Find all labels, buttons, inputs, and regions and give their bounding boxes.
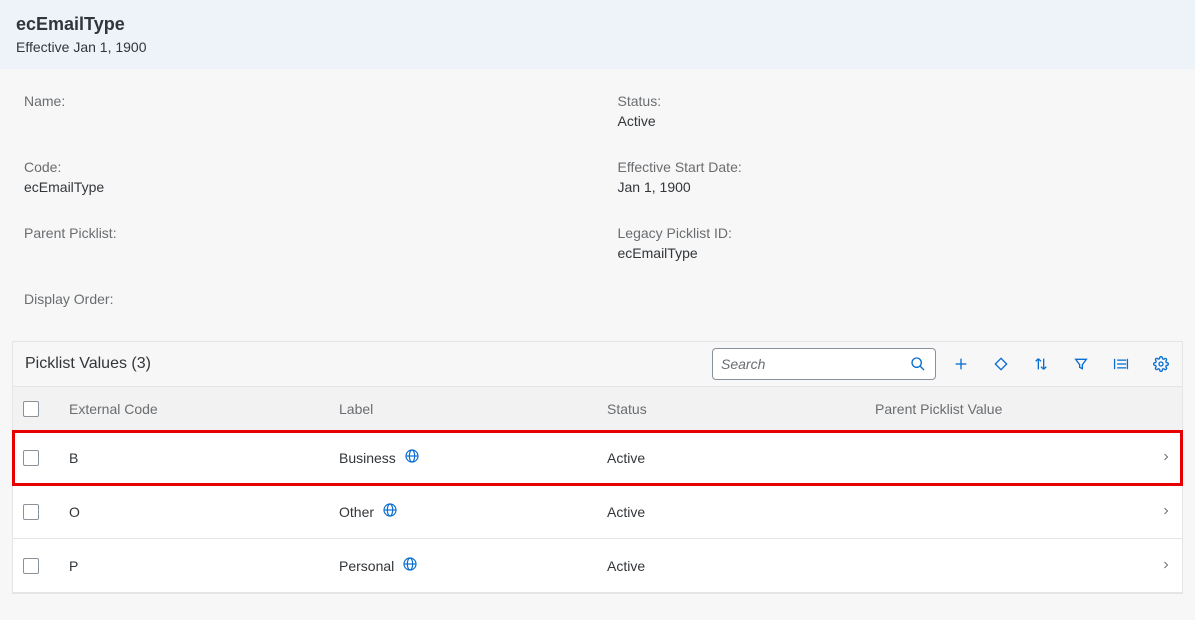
page-header: ecEmailType Effective Jan 1, 1900 (0, 0, 1195, 69)
row-checkbox[interactable] (23, 504, 39, 520)
cell-status: Active (607, 558, 875, 574)
col-parent[interactable]: Parent Picklist Value (875, 401, 1142, 417)
cell-external-code: P (69, 558, 339, 574)
field-label: Display Order: (24, 291, 578, 307)
details-grid: Name: Status: Active Code: ecEmailType E… (0, 69, 1195, 341)
diamond-icon[interactable] (992, 355, 1010, 373)
col-external-code[interactable]: External Code (69, 401, 339, 417)
chevron-right-icon[interactable] (1142, 504, 1172, 520)
field-code: Code: ecEmailType (24, 159, 578, 195)
field-label: Effective Start Date: (618, 159, 1172, 175)
filter-icon[interactable] (1072, 355, 1090, 373)
chevron-right-icon[interactable] (1142, 558, 1172, 574)
field-effective-start: Effective Start Date: Jan 1, 1900 (618, 159, 1172, 195)
field-display-order: Display Order: (24, 291, 578, 311)
table-row[interactable]: O Other Active (13, 485, 1182, 539)
cell-status: Active (607, 450, 875, 466)
sort-icon[interactable] (1032, 355, 1050, 373)
field-parent-picklist: Parent Picklist: (24, 225, 578, 261)
globe-icon[interactable] (382, 502, 398, 521)
group-icon[interactable] (1112, 355, 1130, 373)
globe-icon[interactable] (404, 448, 420, 467)
cell-label: Other (339, 502, 607, 521)
field-value: Active (618, 113, 1172, 129)
page-title: ecEmailType (16, 14, 1179, 35)
field-value: ecEmailType (618, 245, 1172, 261)
cell-external-code: O (69, 504, 339, 520)
table-header-row: External Code Label Status Parent Pickli… (13, 387, 1182, 431)
search-icon[interactable] (909, 355, 927, 373)
field-label: Legacy Picklist ID: (618, 225, 1172, 241)
search-field[interactable] (712, 348, 936, 380)
field-label: Name: (24, 93, 578, 109)
field-label: Parent Picklist: (24, 225, 578, 241)
field-value: Jan 1, 1900 (618, 179, 1172, 195)
search-input[interactable] (721, 356, 909, 372)
row-checkbox[interactable] (23, 450, 39, 466)
table-title: Picklist Values (3) (25, 355, 712, 373)
chevron-right-icon[interactable] (1142, 450, 1172, 466)
cell-status: Active (607, 504, 875, 520)
field-label: Status: (618, 93, 1172, 109)
table-toolbar: Picklist Values (3) (13, 342, 1182, 387)
label-text: Other (339, 504, 374, 520)
page-subtitle: Effective Jan 1, 1900 (16, 39, 1179, 55)
field-value: ecEmailType (24, 179, 578, 195)
col-status[interactable]: Status (607, 401, 875, 417)
field-legacy-id: Legacy Picklist ID: ecEmailType (618, 225, 1172, 261)
cell-label: Business (339, 448, 607, 467)
globe-icon[interactable] (402, 556, 418, 575)
label-text: Business (339, 450, 396, 466)
field-name: Name: (24, 93, 578, 129)
table-row[interactable]: P Personal Active (13, 539, 1182, 593)
label-text: Personal (339, 558, 394, 574)
field-status: Status: Active (618, 93, 1172, 129)
add-icon[interactable] (952, 355, 970, 373)
picklist-values-section: Picklist Values (3) (12, 341, 1183, 594)
settings-icon[interactable] (1152, 355, 1170, 373)
field-label: Code: (24, 159, 578, 175)
row-checkbox[interactable] (23, 558, 39, 574)
select-all-checkbox[interactable] (23, 401, 39, 417)
cell-label: Personal (339, 556, 607, 575)
table-row[interactable]: B Business Active (13, 431, 1182, 485)
cell-external-code: B (69, 450, 339, 466)
col-label[interactable]: Label (339, 401, 607, 417)
